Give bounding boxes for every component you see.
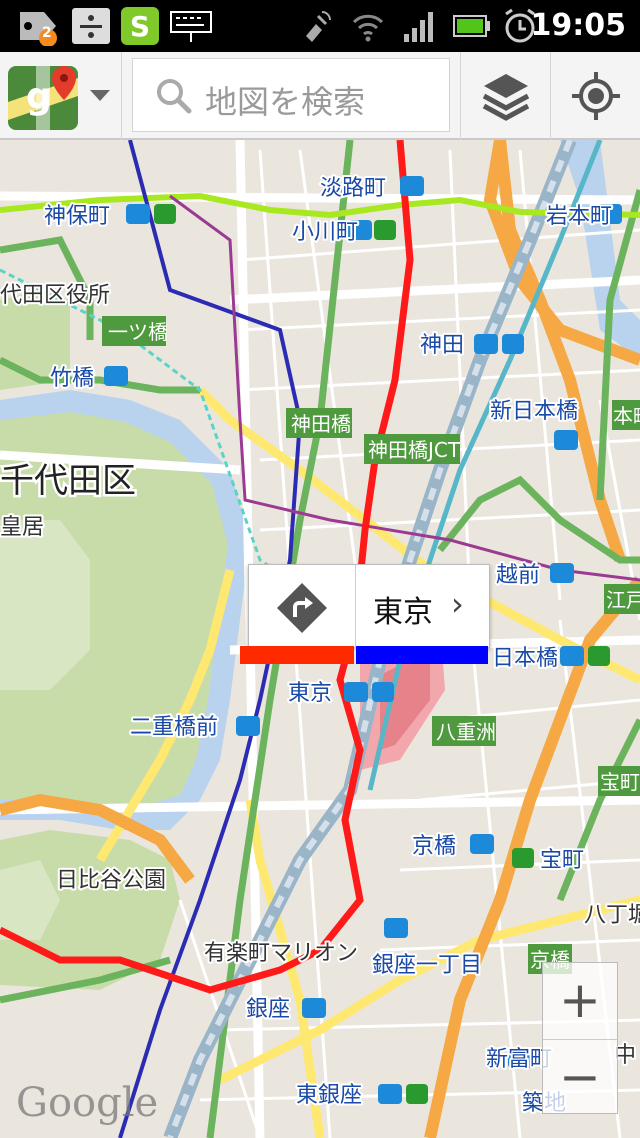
- tag-notification-icon: [20, 12, 57, 46]
- my-location-button[interactable]: [552, 52, 640, 140]
- zoom-controls: + −: [542, 962, 618, 1114]
- callout-title[interactable]: 東京: [373, 587, 433, 631]
- signal-icon: [404, 12, 433, 42]
- label-nihonbashi: 日本橋: [492, 646, 558, 671]
- label-takaracho: 宝町: [540, 848, 584, 873]
- maps-logo-icon: g: [8, 66, 78, 130]
- chevron-right-icon[interactable]: ›: [451, 585, 464, 623]
- label-takebashi: 竹橋: [50, 366, 94, 391]
- place-callout[interactable]: 東京 ›: [248, 564, 490, 649]
- label-hatchobori: 八丁堀: [584, 903, 640, 928]
- search-placeholder: 地図を検索: [205, 83, 366, 121]
- label-iwamotocho: 岩本町: [546, 204, 612, 229]
- gps-icon: [306, 11, 331, 42]
- chevron-down-icon: [90, 90, 110, 101]
- toolbar-divider: [460, 52, 461, 140]
- clock: 19:05: [530, 8, 627, 43]
- label-awajicho: 淡路町: [320, 176, 386, 201]
- search-icon: [157, 79, 192, 114]
- google-attribution: Google: [16, 1080, 159, 1126]
- callout-blue-bar: [356, 646, 488, 664]
- label-kyobashi: 京橋: [412, 834, 456, 859]
- zoom-in-button[interactable]: +: [543, 963, 617, 1037]
- label-kanda: 神田: [420, 333, 464, 358]
- label-kandabashi: 神田橋: [291, 412, 351, 436]
- label-nijubashimae: 二重橋前: [130, 715, 218, 740]
- label-ginza-itchome: 銀座一丁目: [372, 953, 482, 978]
- label-yurakucho-marion: 有楽町マリオン: [204, 941, 358, 966]
- label-yaesu: 八重洲: [436, 720, 496, 744]
- my-location-icon: [572, 72, 620, 120]
- callout-divider: [355, 565, 356, 649]
- maps-app-menu-button[interactable]: g: [0, 52, 120, 140]
- ward-label: 千代田区: [0, 461, 136, 501]
- label-tokyo: 東京: [288, 681, 332, 706]
- label-edo: 江戸: [606, 588, 640, 612]
- label-jimbocho: 神保町: [44, 204, 110, 229]
- status-bar: 2 S 19:05: [0, 0, 640, 52]
- svg-text:S: S: [130, 10, 150, 43]
- toolbar-divider: [550, 52, 551, 140]
- label-ogawamachi: 小川町: [292, 220, 358, 245]
- label-kokyo: 皇居: [0, 515, 44, 540]
- calculator-icon: [72, 8, 110, 44]
- notification-count: 2: [42, 25, 52, 41]
- label-takaracho-tag: 宝町: [600, 770, 640, 794]
- callout-red-bar: [240, 646, 354, 664]
- layers-button[interactable]: [462, 52, 550, 140]
- label-higashiginza: 東銀座: [296, 1083, 362, 1108]
- toolbar-divider: [121, 52, 122, 140]
- s-app-icon: S: [121, 7, 159, 45]
- label-mitsukoshimae: 越前: [496, 563, 540, 588]
- label-hibiya-park: 日比谷公園: [56, 868, 166, 893]
- label-ward-office: 代田区役所: [0, 283, 110, 308]
- search-input[interactable]: 地図を検索: [132, 58, 450, 132]
- directions-icon: [277, 583, 327, 633]
- label-kandabashi-jct: 神田橋JCT: [368, 438, 461, 462]
- layers-icon: [482, 74, 530, 121]
- maps-toolbar: g 地図を検索: [0, 52, 640, 140]
- label-honcho: 本町: [613, 404, 640, 428]
- zoom-out-button[interactable]: −: [543, 1039, 617, 1114]
- directions-button[interactable]: [249, 565, 355, 649]
- label-ginza: 銀座: [246, 997, 290, 1022]
- keyboard-icon: [170, 11, 212, 42]
- label-hitotsubashi: 一ツ橋: [108, 320, 168, 344]
- svg-text:g: g: [26, 76, 52, 117]
- wifi-icon: [352, 14, 384, 42]
- label-shinnihonbashi: 新日本橋: [490, 399, 578, 424]
- battery-icon: [453, 15, 490, 37]
